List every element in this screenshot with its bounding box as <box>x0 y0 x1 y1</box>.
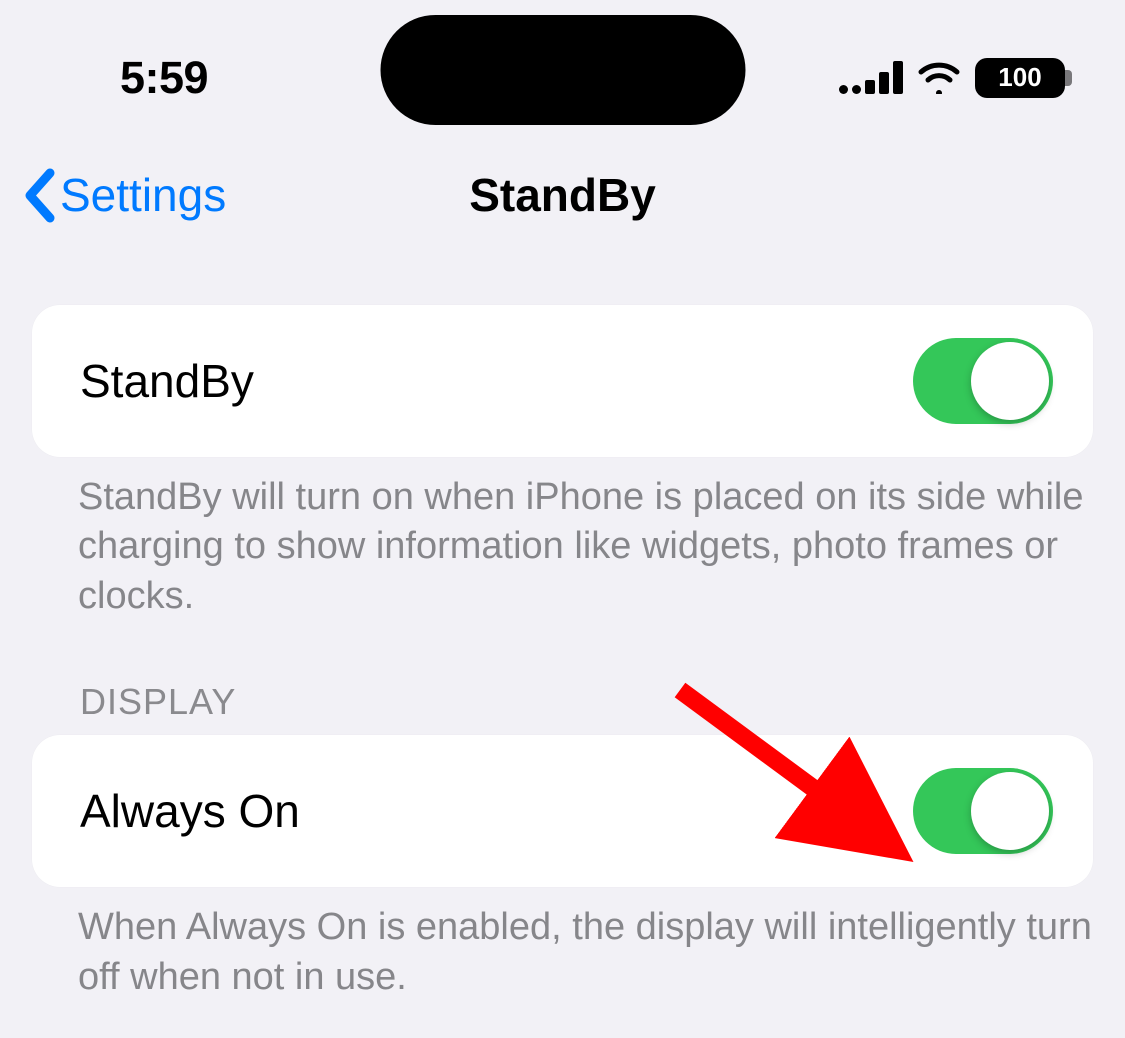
standby-label: StandBy <box>80 354 254 408</box>
chevron-left-icon <box>20 168 60 223</box>
standby-footer: StandBy will turn on when iPhone is plac… <box>78 473 1093 621</box>
always-on-toggle[interactable] <box>913 768 1053 854</box>
toggle-knob <box>971 772 1049 850</box>
standby-group: StandBy <box>32 305 1093 457</box>
wifi-icon <box>918 62 960 94</box>
always-on-group: Always On <box>32 735 1093 887</box>
status-indicators: 100 <box>839 58 1065 98</box>
nav-header: Settings StandBy <box>0 120 1125 250</box>
status-time: 5:59 <box>120 52 208 104</box>
battery-icon: 100 <box>975 58 1065 98</box>
toggle-knob <box>971 342 1049 420</box>
standby-toggle[interactable] <box>913 338 1053 424</box>
page-title: StandBy <box>469 168 656 222</box>
always-on-label: Always On <box>80 784 300 838</box>
standby-cell: StandBy <box>32 305 1093 457</box>
always-on-footer: When Always On is enabled, the display w… <box>78 903 1093 1002</box>
cellular-icon <box>839 61 903 94</box>
status-bar: 5:59 100 <box>0 0 1125 120</box>
back-label: Settings <box>60 168 226 222</box>
back-button[interactable]: Settings <box>20 168 226 223</box>
battery-level: 100 <box>998 62 1041 93</box>
display-section-header: DISPLAY <box>80 681 1093 723</box>
dynamic-island <box>380 15 745 125</box>
always-on-cell: Always On <box>32 735 1093 887</box>
